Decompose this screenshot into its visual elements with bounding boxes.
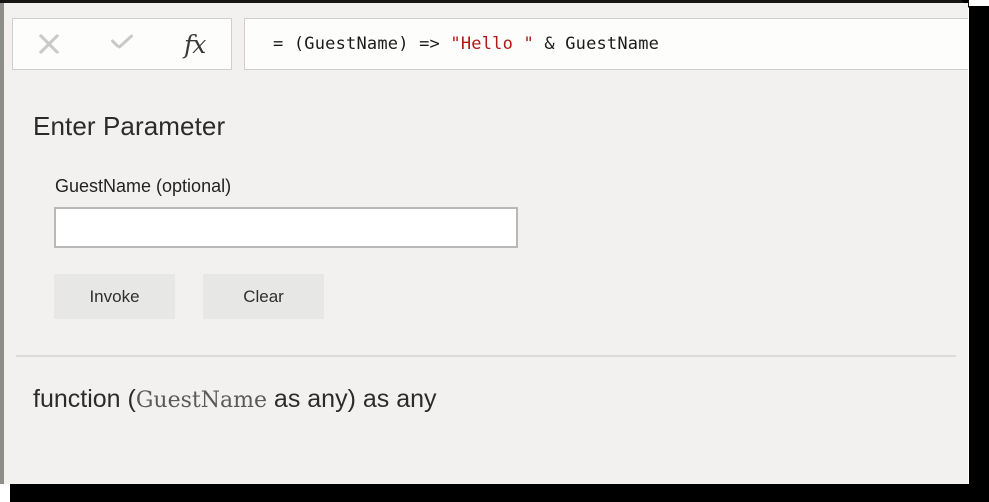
parameter-label: GuestName (optional) (55, 176, 232, 196)
dialog-button-row: Invoke Clear (54, 274, 324, 319)
fx-function-icon: fx (184, 29, 206, 59)
close-x-icon (34, 29, 64, 59)
formula-suffix: & GuestName (533, 34, 660, 54)
invoke-function-dialog: fx = (GuestName) => "Hello " & GuestName… (4, 3, 968, 484)
accept-formula-button[interactable] (86, 19, 159, 69)
formula-bar: fx = (GuestName) => "Hello " & GuestName (4, 3, 968, 85)
guestname-input[interactable] (54, 207, 518, 248)
section-divider (16, 355, 956, 357)
signature-parameter-name: GuestName (135, 388, 267, 413)
clear-button[interactable]: Clear (203, 274, 324, 319)
formula-prefix: = (GuestName) => (273, 34, 451, 54)
invoke-button[interactable]: Invoke (54, 274, 175, 319)
window-border-bottom (10, 484, 989, 502)
formula-input[interactable]: = (GuestName) => "Hello " & GuestName (244, 18, 968, 70)
formula-string-literal: "Hello " (450, 34, 534, 54)
cancel-formula-button[interactable] (13, 19, 86, 69)
function-signature: function (GuestName as any) as any (33, 385, 437, 414)
window-border-right (969, 6, 989, 502)
formula-bar-toolbar: fx (12, 18, 232, 70)
window-frame: fx = (GuestName) => "Hello " & GuestName… (0, 0, 989, 502)
formula-text: = (GuestName) => "Hello " & GuestName (273, 34, 659, 54)
signature-keyword: function ( (33, 385, 136, 413)
signature-parameter-type: as any) as any (266, 385, 437, 413)
page-title: Enter Parameter (33, 111, 226, 141)
insert-function-button[interactable]: fx (158, 19, 231, 69)
checkmark-icon (108, 30, 136, 58)
